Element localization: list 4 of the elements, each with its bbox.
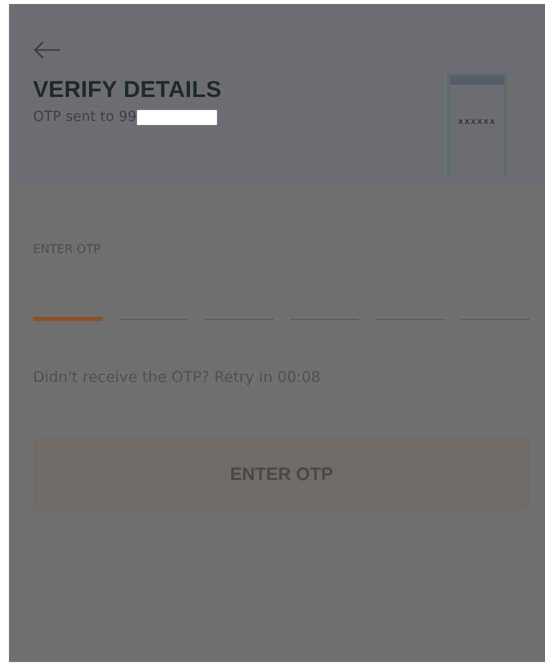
phone-code-text: xxxxxx [458,117,496,127]
page-title: VERIFY DETAILS [33,76,222,103]
otp-digit-field[interactable] [33,317,102,321]
back-arrow-icon[interactable] [33,40,61,60]
